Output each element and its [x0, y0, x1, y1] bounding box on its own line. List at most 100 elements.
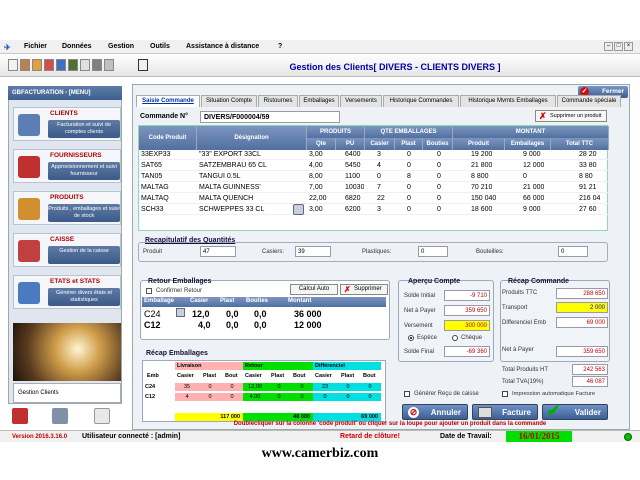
col-total[interactable]: Total TTC [551, 138, 609, 150]
col-qte[interactable]: Qte [307, 138, 336, 150]
menu-assistance[interactable]: Assistance à distance [186, 43, 259, 50]
transport-input[interactable]: 2 000 [556, 302, 608, 313]
cell-value: 0 [359, 383, 381, 391]
col-plast[interactable]: Plast [395, 138, 423, 150]
col-emballage: Emballage [144, 298, 175, 304]
calcul-auto-button[interactable]: Calcul Auto [290, 284, 338, 295]
tab-commande-speciale[interactable]: Commande spéciale [557, 95, 621, 107]
solde-final-field: -69 360 [444, 346, 490, 357]
tab-saisie-commande[interactable]: Saisie Commande [136, 95, 200, 107]
cell-code: MALTAG [141, 184, 169, 191]
col-emballages[interactable]: Emballages [505, 138, 551, 150]
supprimer-retour-button[interactable]: ✗ Supprimer [340, 284, 388, 295]
box-icon[interactable] [32, 59, 42, 71]
menu-help[interactable]: ? [278, 43, 282, 50]
sidebar-item-clients[interactable]: CLIENTS Facturation et suivi de comptes … [13, 107, 121, 141]
col-designation[interactable]: Désignation [197, 126, 307, 150]
minimize-icon[interactable]: – [604, 42, 613, 51]
cell-value: 0 [221, 393, 243, 401]
versement-input[interactable]: 300 000 [444, 320, 490, 331]
restore-icon[interactable]: □ [614, 42, 623, 51]
valider-button[interactable]: ✔ Valider [542, 403, 608, 420]
print-icon[interactable] [68, 59, 78, 71]
exit-icon[interactable] [138, 59, 148, 71]
cell-qte: 3,00 [309, 206, 323, 213]
settings-icon[interactable] [92, 59, 102, 71]
sidebar-sub[interactable]: Produits , emballages et suivi de stock [48, 204, 120, 222]
cell-bout: 0 [437, 206, 441, 213]
recap-emballages-grid[interactable]: Livraison Retour Différenciel Emb Casier… [142, 360, 386, 422]
page-title: Gestion des Clients[ DIVERS - CLIENTS DI… [289, 62, 501, 72]
cell-value: 0 [221, 383, 243, 391]
cell-value: 0 [267, 393, 291, 401]
impression-checkbox[interactable] [502, 391, 508, 397]
close-icon[interactable]: × [624, 42, 633, 51]
supprimer-produit-button[interactable]: ✗ Supprimer un produit [535, 110, 607, 122]
net-payer-cmd-field: 359 650 [556, 346, 608, 357]
dollar-icon[interactable] [8, 59, 18, 71]
cell-value: 35 [175, 383, 199, 391]
commande-label: Commande N° [140, 113, 188, 120]
sidebar-sub[interactable]: Facturation et suivi de comptes clients [48, 120, 120, 138]
cell-total: 216 04 [579, 195, 601, 202]
col-pu[interactable]: PU [336, 138, 365, 150]
cell-plast: 0,0 [226, 309, 239, 319]
cheque-radio[interactable] [452, 335, 458, 341]
tab-historique-mvmts[interactable]: Historique Mvmts Emballages [460, 95, 556, 107]
product-grid[interactable]: Code Produit Désignation PRODUITS Qte PU… [138, 125, 609, 231]
col-produit[interactable]: Produit [453, 138, 505, 150]
chart-icon[interactable] [56, 59, 66, 71]
annuler-button[interactable]: ⊘ Annuler [402, 404, 468, 420]
sidebar-sub[interactable]: Approvisionnement et suivi fournisseur [48, 162, 120, 180]
menu-fichier[interactable]: Fichier [24, 43, 47, 50]
sidebar-sub[interactable]: Générer divers états et statistiques [48, 288, 120, 306]
col-casier[interactable]: Casier [365, 138, 395, 150]
col-code[interactable]: Code Produit [139, 126, 197, 150]
cell-value: 0 [291, 393, 313, 401]
menu-outils[interactable]: Outils [150, 43, 170, 50]
tab-ristournes[interactable]: Ristournes [258, 95, 298, 107]
col-bout: Bout [225, 373, 238, 379]
tab-emballages[interactable]: Emballages [299, 95, 339, 107]
users-icon[interactable] [52, 408, 68, 424]
table-row[interactable]: TAN05 TANGUI 0.5L 8,00 1100 0 8 0 8 800 … [139, 172, 609, 182]
cell-plast: 0 [407, 206, 411, 213]
espece-radio[interactable] [408, 335, 414, 341]
table-row[interactable]: C12 4,0 0,0 0,0 12 000 [142, 320, 388, 331]
table-row[interactable]: 33EXP33 "33" EXPORT 33CL 3,00 6400 3 0 0… [139, 150, 609, 160]
cash-icon[interactable] [44, 59, 54, 71]
sidebar-item-fournisseurs[interactable]: FOURNISSEURS Approvisionnement et suivi … [13, 149, 121, 183]
table-row[interactable]: MALTAG MALTA GUINNESS' 7,00 10030 7 0 0 … [139, 183, 609, 193]
cell-emballages: 9 000 [523, 151, 541, 158]
table-row[interactable]: MALTAQ MALTA QUENCH 22,00 6820 22 0 0 15… [139, 194, 609, 204]
table-row[interactable]: SCH33 SCHWEPPES 33 CL 3,00 6200 3 0 0 18… [139, 205, 609, 215]
menu-gestion[interactable]: Gestion [108, 43, 134, 50]
clients-icon [18, 114, 40, 136]
differenciel-label: Differenciel Emb [502, 320, 546, 326]
tab-situation-compte[interactable]: Situation Compte [201, 95, 257, 107]
sidebar-item-produits[interactable]: PRODUITS Produits , emballages et suivi … [13, 191, 121, 225]
confirmer-checkbox[interactable] [146, 288, 152, 294]
facture-button[interactable]: Facture [472, 404, 538, 420]
magnifier-icon[interactable] [176, 308, 185, 317]
home-icon[interactable] [12, 408, 28, 424]
tab-versements[interactable]: Versements [340, 95, 382, 107]
recu-checkbox[interactable] [404, 391, 410, 397]
cell-produit: 18 600 [471, 206, 493, 213]
menu-donnees[interactable]: Données [62, 43, 92, 50]
commande-field[interactable]: DIVERS/F000004/59 [200, 111, 340, 123]
sidebar-item-etats[interactable]: ETATS et STATS Générer divers états et s… [13, 275, 121, 309]
doc-icon[interactable] [80, 59, 90, 71]
magnifier-icon[interactable] [293, 204, 304, 215]
table-row[interactable]: SAT65 SATZEMBRAU 65 CL 4,00 5450 4 0 0 2… [139, 161, 609, 171]
cell-code: SAT65 [141, 162, 162, 169]
sidebar-item-caisse[interactable]: CAISSE Gestion de la caisse [13, 233, 121, 267]
cell-plast: 0 [407, 195, 411, 202]
user-icon[interactable] [20, 59, 30, 71]
tool-icon[interactable] [104, 59, 114, 71]
cell-plast: 0 [407, 162, 411, 169]
blank-icon[interactable] [94, 408, 110, 424]
sidebar-sub[interactable]: Gestion de la caisse [48, 246, 120, 264]
tab-historique-commandes[interactable]: Historique Commandes [383, 95, 459, 107]
col-bouties[interactable]: Bouties [423, 138, 453, 150]
